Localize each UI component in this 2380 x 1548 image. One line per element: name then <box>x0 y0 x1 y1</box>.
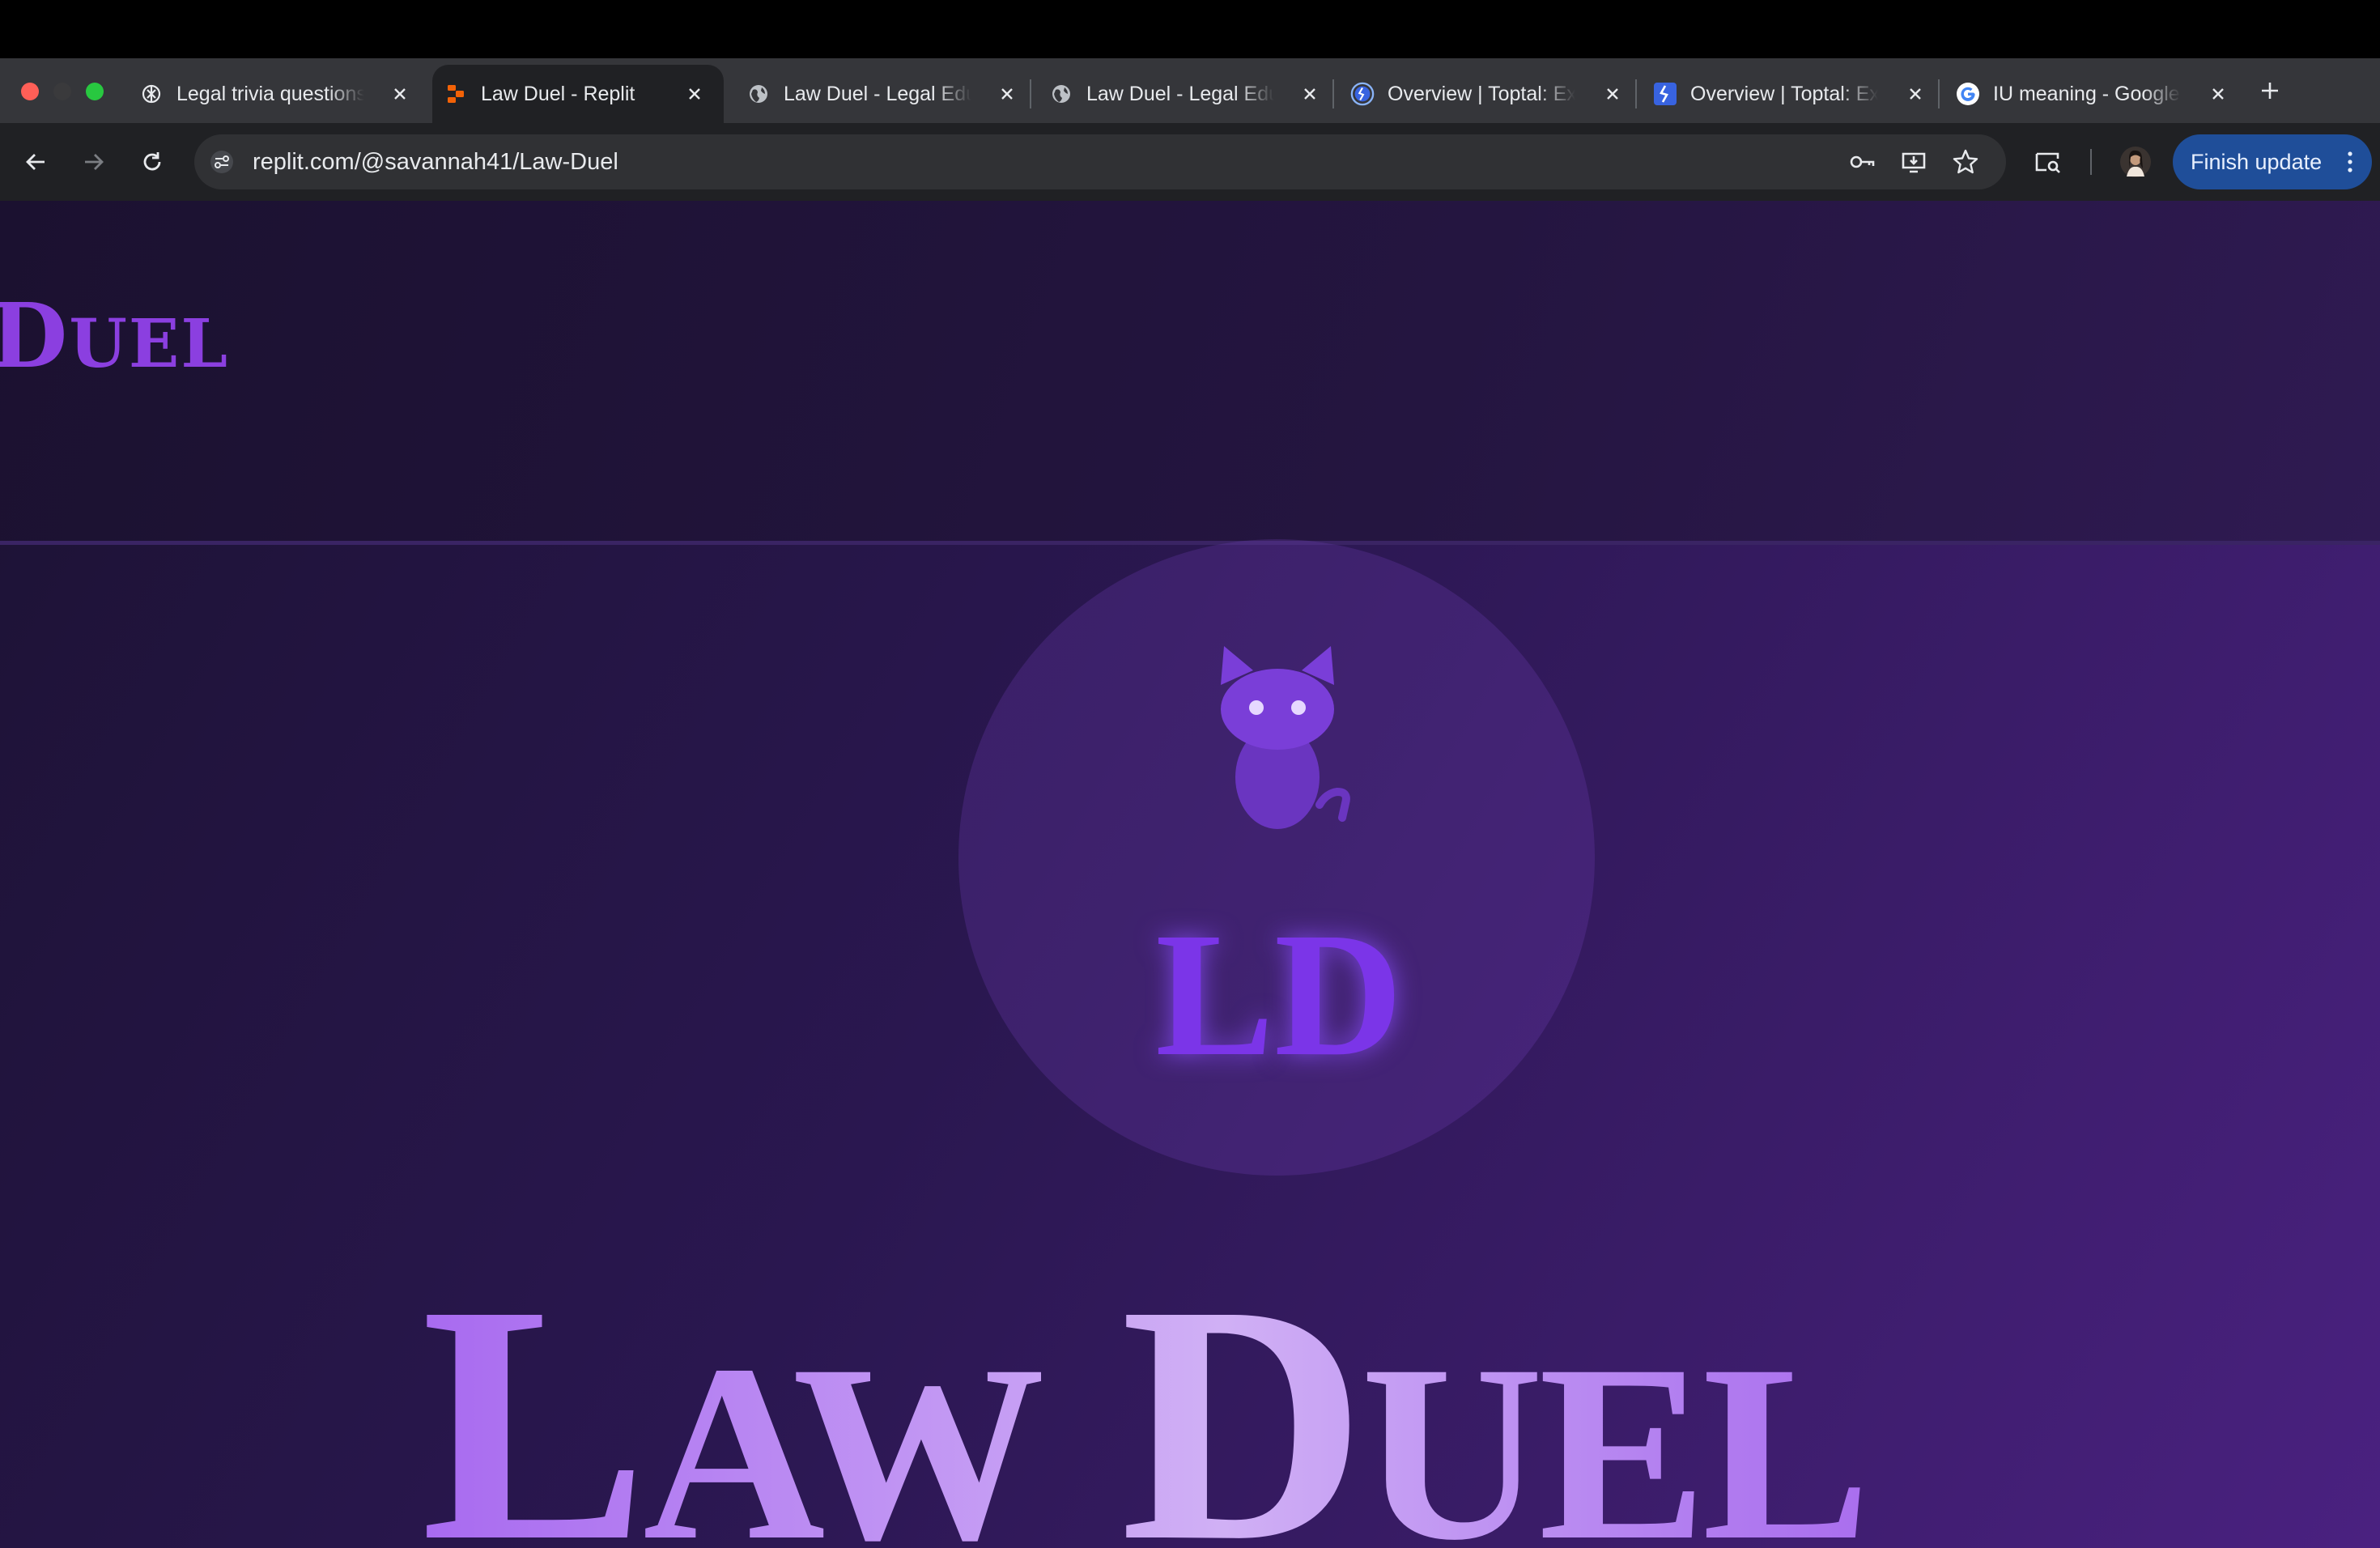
close-tab-icon[interactable] <box>1598 79 1627 108</box>
profile-avatar[interactable] <box>2118 144 2153 180</box>
globe-icon <box>746 82 771 106</box>
close-window-button[interactable] <box>21 83 39 100</box>
ld-badge-text: LD <box>1155 895 1403 1093</box>
web-page: DUEL LD LAW DUEL <box>0 201 2380 1548</box>
reload-icon <box>143 152 161 171</box>
back-button[interactable] <box>16 142 55 181</box>
tab-toptal-overview-2[interactable]: Overview | Toptal: Ex <box>1645 65 1944 123</box>
header-divider <box>0 541 2380 545</box>
tab-law-duel-replit[interactable]: Law Duel - Replit <box>432 65 724 123</box>
site-settings-icon[interactable] <box>204 144 240 180</box>
tab-separator <box>1938 79 1940 108</box>
finish-update-button[interactable]: Finish update <box>2173 134 2372 189</box>
tab-separator <box>1030 79 1031 108</box>
hero-title-uel: UEL <box>1361 1313 1866 1548</box>
tab-legal-trivia[interactable]: Legal trivia questions <box>130 65 429 123</box>
cat-mascot-icon <box>1221 646 1350 829</box>
toptal-icon <box>1350 82 1375 106</box>
back-arrow-icon <box>26 154 45 170</box>
hero-title: LAW DUEL <box>421 1253 2202 1548</box>
toptal-icon <box>1653 82 1677 106</box>
replit-icon <box>444 82 468 106</box>
install-app-icon[interactable] <box>1896 144 1932 180</box>
url-text: replit.com/@savannah41/Law-Duel <box>253 149 618 175</box>
forward-button[interactable] <box>74 142 113 181</box>
tab-title: Legal trivia questions <box>176 82 364 105</box>
new-tab-button[interactable] <box>2250 71 2289 110</box>
tab-law-duel-legal-edu-1[interactable]: Law Duel - Legal Edu <box>737 65 1036 123</box>
minimize-window-button[interactable] <box>53 83 71 100</box>
hero-title-d: D <box>1120 1235 1362 1548</box>
close-tab-icon[interactable] <box>2204 79 2233 108</box>
plus-icon <box>2262 83 2278 99</box>
tab-separator <box>1332 79 1334 108</box>
close-tab-icon[interactable] <box>992 79 1022 108</box>
more-vert-icon <box>2348 151 2352 172</box>
reload-button[interactable] <box>133 142 172 181</box>
globe-icon <box>1049 82 1073 106</box>
password-key-icon[interactable] <box>1844 144 1880 180</box>
maximize-window-button[interactable] <box>86 83 104 100</box>
hero-title-l: L <box>421 1235 644 1548</box>
window-top-bar <box>0 0 2380 58</box>
openai-icon <box>139 82 164 106</box>
tab-title: Overview | Toptal: Ex <box>1690 82 1878 105</box>
google-icon <box>1956 82 1980 106</box>
tab-law-duel-legal-edu-2[interactable]: Law Duel - Legal Edu <box>1039 65 1339 123</box>
tab-title: Law Duel - Replit <box>481 82 635 105</box>
tab-search-icon[interactable] <box>2030 144 2066 180</box>
tab-title: Law Duel - Legal Edu <box>784 82 971 105</box>
tab-iu-meaning-google[interactable]: IU meaning - Google <box>1948 65 2247 123</box>
close-tab-icon[interactable] <box>680 79 709 108</box>
site-header <box>0 201 2380 542</box>
tab-separator <box>1635 79 1637 108</box>
header-logo-initial: D <box>0 283 70 388</box>
header-logo-rest: UEL <box>69 305 230 383</box>
tab-toptal-overview-1[interactable]: Overview | Toptal: Ex <box>1342 65 1642 123</box>
bookmark-star-icon[interactable] <box>1948 144 1983 180</box>
forward-arrow-icon <box>85 154 104 170</box>
tab-title: Overview | Toptal: Ex <box>1388 82 1575 105</box>
close-tab-icon[interactable] <box>385 79 414 108</box>
close-tab-icon[interactable] <box>1295 79 1324 108</box>
toolbar-divider <box>2090 149 2092 175</box>
tab-title: IU meaning - Google <box>1993 82 2180 105</box>
header-logo[interactable]: DUEL <box>0 291 229 381</box>
close-tab-icon[interactable] <box>1901 79 1930 108</box>
tab-title: Law Duel - Legal Edu <box>1086 82 1274 105</box>
hero-title-aw: AW <box>643 1313 1040 1548</box>
finish-update-label: Finish update <box>2191 150 2323 174</box>
